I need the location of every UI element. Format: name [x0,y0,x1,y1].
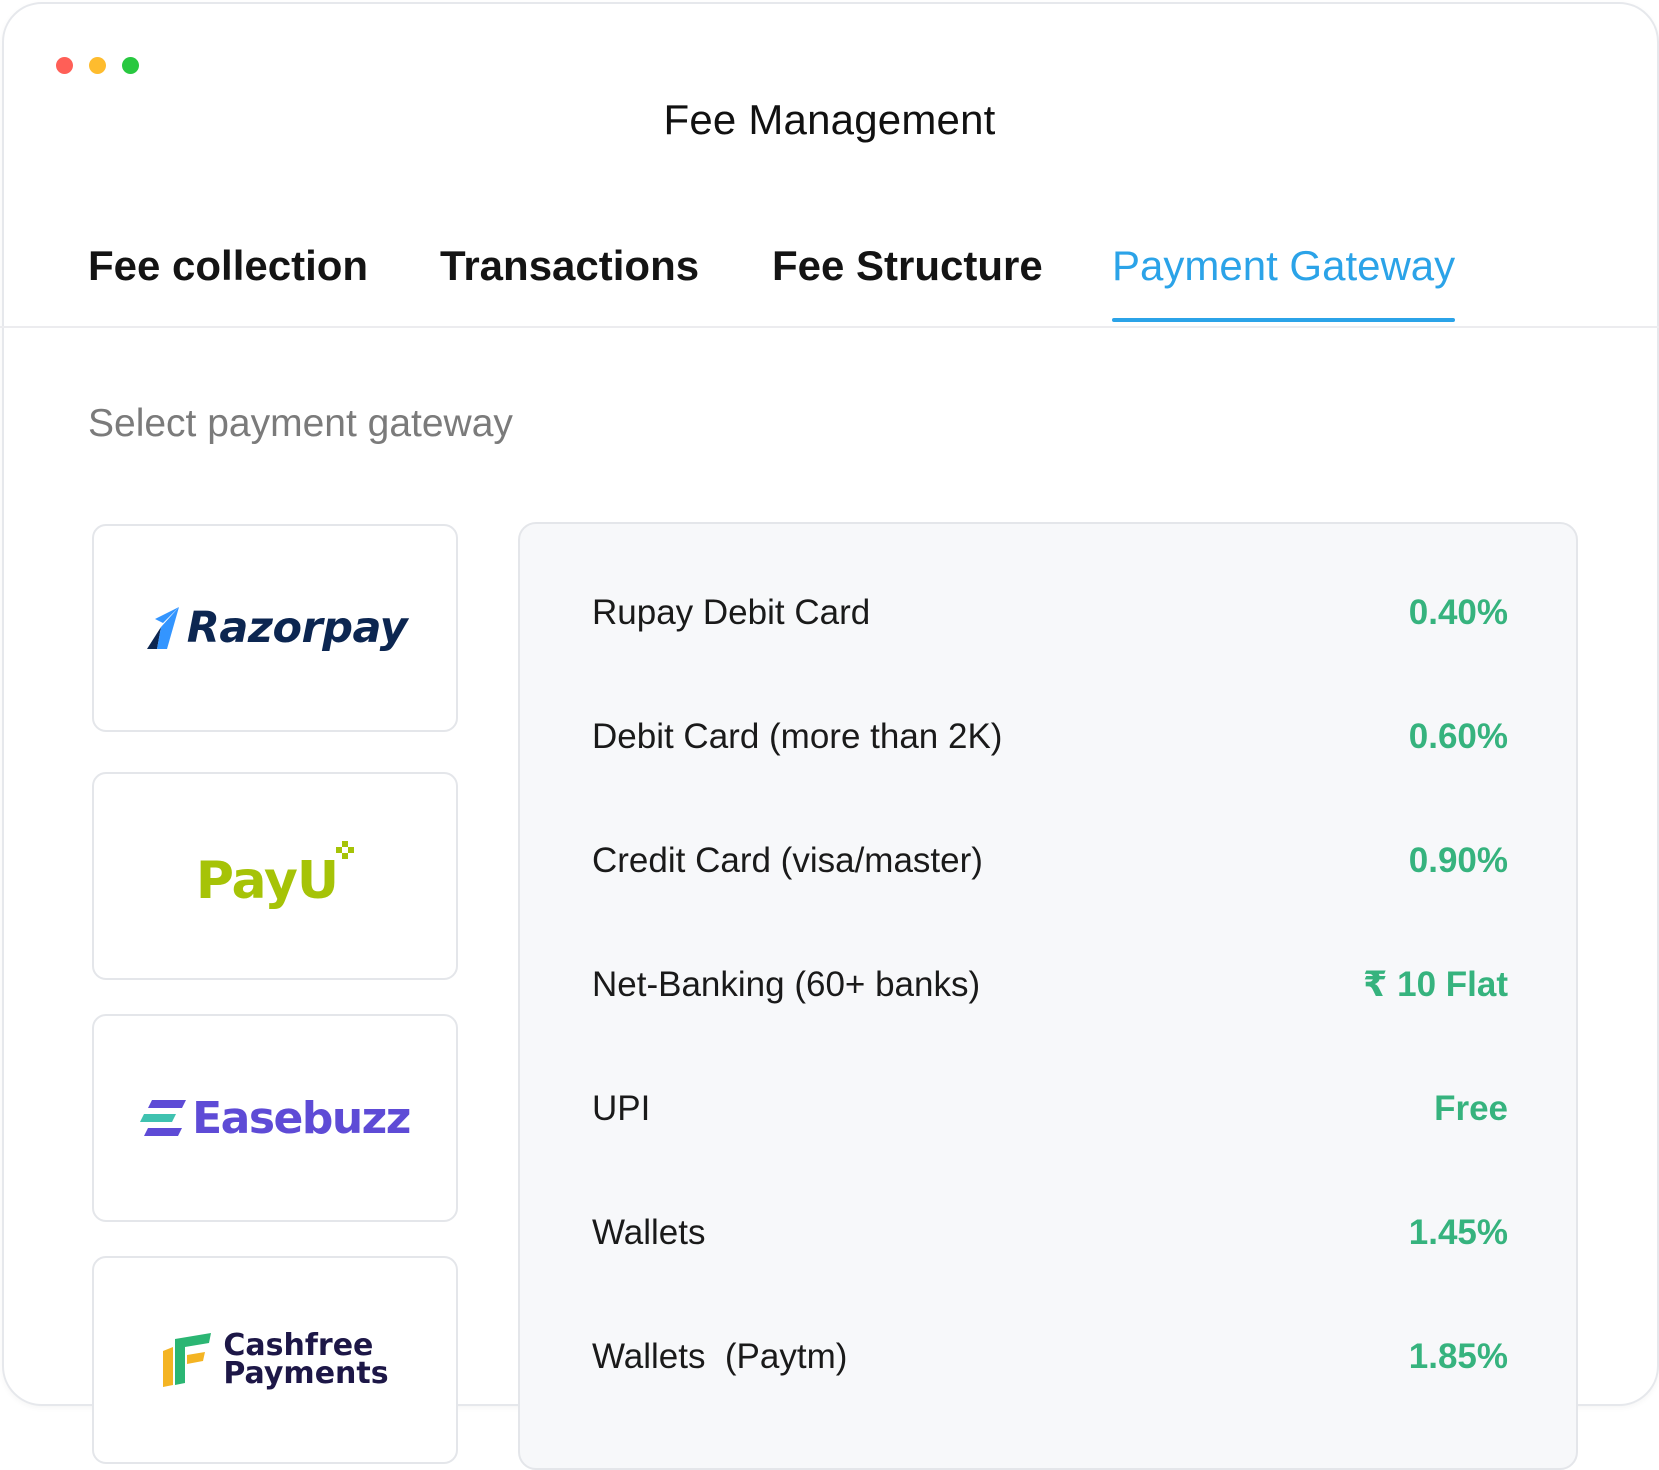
zoom-window-button[interactable] [122,57,139,74]
rate-row: Debit Card (more than 2K) 0.60% [592,707,1508,767]
rate-row: Net-Banking (60+ banks) ₹ 10 Flat [592,955,1508,1015]
gateway-card-payu[interactable]: PayU [92,772,458,980]
rate-value: 0.90% [1408,841,1508,880]
gateway-card-easebuzz[interactable]: Easebuzz [92,1014,458,1222]
razorpay-logo-icon [146,607,179,649]
payu-logo-icon [336,841,355,859]
section-label: Select payment gateway [88,402,513,445]
rate-value: ₹ 10 Flat [1363,965,1508,1004]
rate-label: Net-Banking (60+ banks) [592,965,981,1004]
gateway-card-razorpay[interactable]: Razorpay [92,524,458,732]
rate-value: Free [1434,1089,1508,1128]
rate-value: 0.40% [1408,593,1508,632]
cashfree-wordmark: Cashfree Payments [223,1328,389,1391]
tab-bar: Fee collection Transactions Fee Structur… [0,232,1659,328]
easebuzz-wordmark: Easebuzz [192,1092,411,1144]
window-controls [56,57,139,74]
rate-label: Credit Card (visa/master) [592,841,983,880]
page-title: Fee Management [663,96,996,143]
rate-row: Credit Card (visa/master) 0.90% [592,831,1508,891]
rate-label: Rupay Debit Card [592,593,871,632]
tab-fee-collection[interactable]: Fee collection [88,242,368,316]
close-window-button[interactable] [56,57,73,74]
rate-label: Wallets [592,1213,706,1252]
tab-fee-structure[interactable]: Fee Structure [772,242,1043,316]
cashfree-logo: Cashfree Payments [161,1328,389,1391]
rate-row: Rupay Debit Card 0.40% [592,583,1508,643]
gateway-card-cashfree[interactable]: Cashfree Payments [92,1256,458,1464]
rate-row: UPI Free [592,1079,1508,1139]
rate-row: Wallets 1.45% [592,1203,1508,1263]
payu-logo: PayU [195,841,355,911]
rate-value: 0.60% [1408,717,1508,756]
payu-wordmark: PayU [195,851,339,911]
rate-value: 1.85% [1408,1337,1508,1376]
rate-label: UPI [592,1089,651,1128]
minimize-window-button[interactable] [89,57,106,74]
rate-row: Wallets (Paytm) 1.85% [592,1327,1508,1387]
easebuzz-logo: Easebuzz [140,1092,411,1144]
razorpay-logo: Razorpay [143,603,408,653]
rate-value: 1.45% [1408,1213,1508,1252]
razorpay-wordmark: Razorpay [186,603,408,653]
gateway-rates-panel: Rupay Debit Card 0.40% Debit Card (more th… [518,522,1578,1470]
easebuzz-logo-icon [140,1100,187,1136]
rate-label: Debit Card (more than 2K) [592,717,1003,756]
tab-payment-gateway[interactable]: Payment Gateway [1112,242,1456,322]
rate-label: Wallets (Paytm) [592,1337,848,1376]
cashfree-logo-icon [163,1333,212,1387]
tab-transactions[interactable]: Transactions [440,242,699,316]
